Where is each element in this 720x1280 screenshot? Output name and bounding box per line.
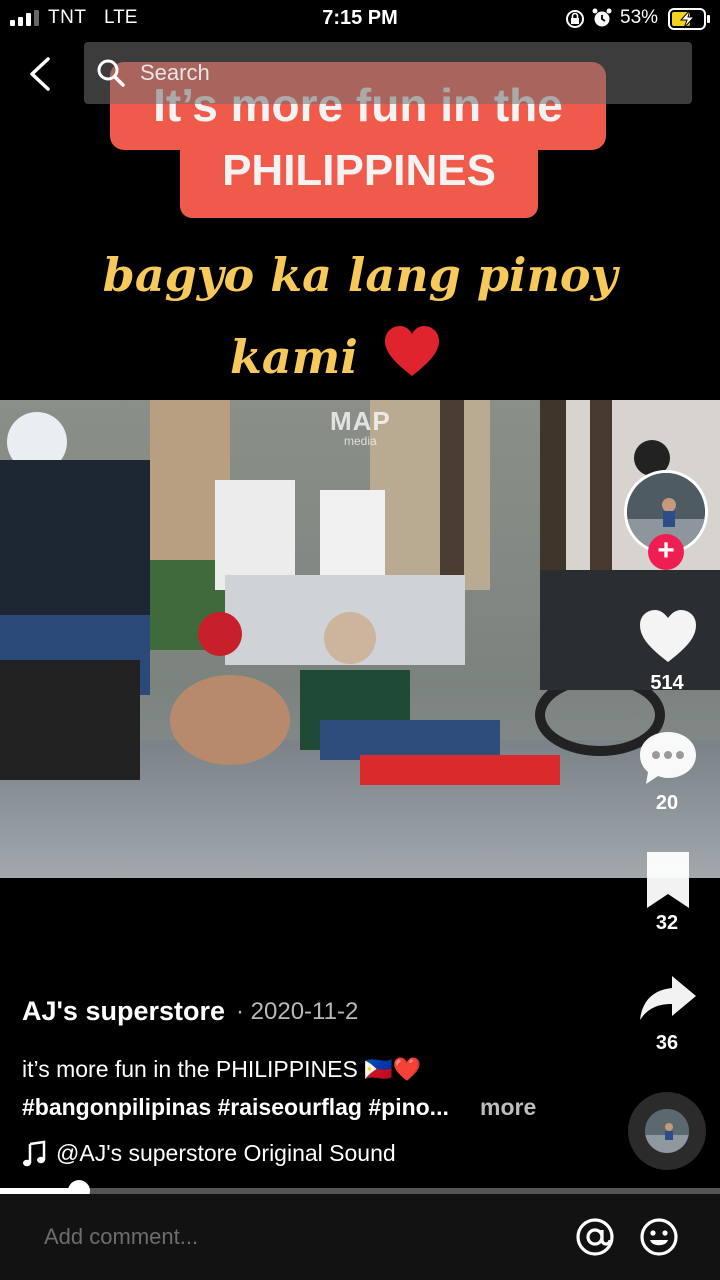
music-note-icon	[23, 1140, 46, 1167]
follow-button[interactable]: +	[648, 534, 684, 570]
search-bar[interactable]: Search	[84, 42, 692, 104]
more-link[interactable]: more	[480, 1094, 536, 1121]
heart-emoji-icon	[385, 326, 439, 376]
video-script-line2: kami	[230, 330, 358, 384]
share-arrow-icon[interactable]	[636, 970, 700, 1030]
comment-count: 20	[655, 792, 679, 814]
sound-disc-thumbnail	[645, 1109, 689, 1153]
video-script-line1: bagyo ka lang pinoy	[102, 248, 618, 302]
search-icon	[97, 59, 125, 87]
video-frame-image	[0, 400, 720, 878]
save-count: 32	[655, 912, 679, 934]
search-placeholder: Search	[140, 60, 210, 85]
like-heart-icon[interactable]	[636, 606, 700, 666]
back-chevron-icon[interactable]	[24, 55, 58, 93]
video-caption-line2: PHILIPPINES	[222, 146, 496, 195]
watermark-logo: MAP	[330, 406, 391, 436]
comment-input[interactable]	[44, 1224, 524, 1250]
post-description: it’s more fun in the PHILIPPINES 🇵🇭❤️	[22, 1056, 422, 1082]
share-count: 36	[655, 1032, 679, 1054]
plus-icon: +	[657, 534, 675, 567]
sound-title[interactable]: @AJ's superstore Original Sound	[56, 1140, 396, 1167]
mention-at-icon[interactable]	[574, 1216, 616, 1258]
bookmark-icon[interactable]	[636, 850, 700, 910]
author-name[interactable]: AJ's superstore	[22, 996, 225, 1027]
watermark-subtext: media	[344, 434, 377, 448]
emoji-icon[interactable]	[638, 1216, 680, 1258]
like-count: 514	[650, 672, 684, 694]
post-hashtags[interactable]: #bangonpilipinas #raiseourflag #pino...	[22, 1094, 449, 1121]
comment-bubble-icon[interactable]	[636, 728, 700, 788]
post-date: · 2020-11-2	[236, 998, 359, 1025]
